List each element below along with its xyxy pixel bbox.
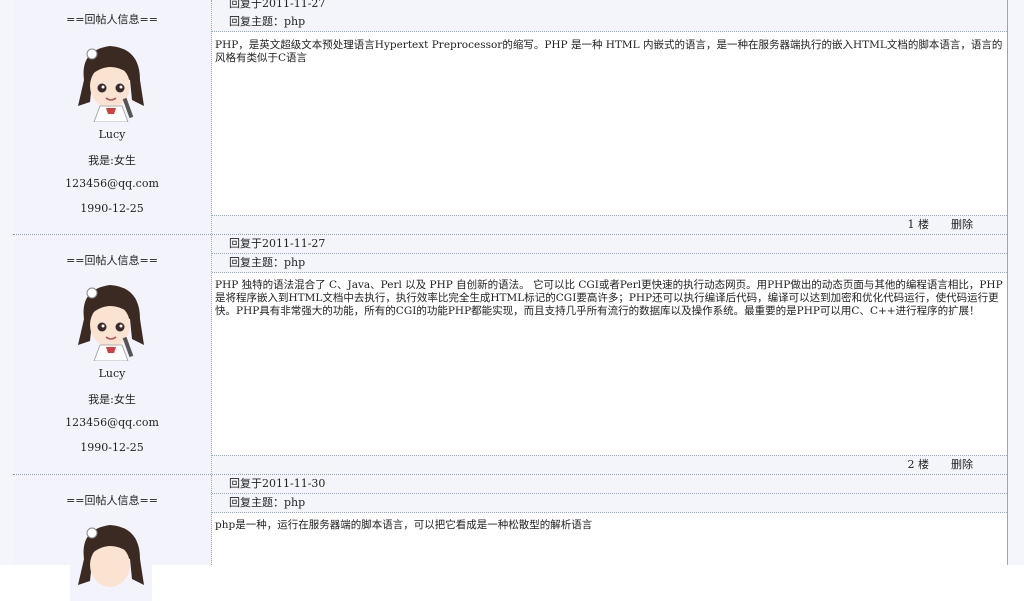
email: 123456@qq.com [65, 416, 159, 429]
username: Lucy [98, 367, 126, 380]
reply-subject-row: 回复主题：php [212, 494, 1007, 513]
username: Lucy [98, 128, 126, 141]
replier-info-title: ==回帖人信息== [66, 494, 158, 507]
reply-date: 回复于2011-11-30 [229, 477, 326, 490]
reply-content: php是一种，运行在服务器端的脚本语言，可以把它看成是一种松散型的解析语言 [215, 519, 593, 531]
right-page-margin [1007, 0, 1024, 565]
floor-number: 1 楼 [907, 218, 930, 231]
left-page-margin [0, 0, 13, 565]
reply-subject: 回复主题：php [229, 256, 306, 269]
reply-content-column: 回复于2011-11-30 回复主题：php php是一种，运行在服务器端的脚本… [212, 475, 1007, 565]
partial-post-header: 回复于2011-11-27 [13, 0, 1007, 14]
gender: 我是:女生 [88, 154, 136, 167]
reply-content-column: 回复主题：php PHP，是英文超级文本预处理语言Hypertext Prepr… [212, 13, 1007, 234]
reply-date-row: 回复于2011-11-30 [212, 475, 1007, 494]
reply-date: 回复于2011-11-27 [229, 237, 326, 250]
reply-content: PHP，是英文超级文本预处理语言Hypertext Preprocessor的缩… [215, 39, 1003, 64]
reply-date-row: 回复于2011-11-27 [212, 0, 1007, 14]
partial-info-column [13, 0, 212, 14]
reply-subject-row: 回复主题：php [212, 13, 1007, 32]
reply-content-column: 回复于2011-11-27 回复主题：php PHP 独特的语法混合了 C、Ja… [212, 235, 1007, 474]
replier-info-column: ==回帖人信息== Lucy 我是:女生 123456@qq.com 1990-… [13, 235, 212, 474]
reply-subject-row: 回复主题：php [212, 254, 1007, 273]
birthday: 1990-12-25 [80, 441, 144, 454]
delete-link[interactable]: 删除 [951, 216, 973, 234]
birthday: 1990-12-25 [80, 202, 144, 215]
reply-date: 回复于2011-11-27 [229, 0, 326, 10]
gender: 我是:女生 [88, 393, 136, 406]
replier-info-title: ==回帖人信息== [66, 254, 158, 267]
reply-post-1: ==回帖人信息== Lucy 我是:女生 123456@qq.com 1990-… [13, 13, 1007, 234]
floor-number: 2 楼 [907, 458, 930, 471]
reply-post-2: ==回帖人信息== Lucy 我是:女生 123456@qq.com 1990-… [13, 235, 1007, 474]
replier-info-title: ==回帖人信息== [66, 13, 158, 26]
reply-footer-bar: 1 楼 删除 [212, 215, 1007, 234]
email: 123456@qq.com [65, 177, 159, 190]
user-avatar-image [70, 279, 152, 361]
delete-link[interactable]: 删除 [951, 456, 973, 474]
replier-info-column: ==回帖人信息== Lucy 我是:女生 123456@qq.com 1990-… [13, 13, 212, 234]
replier-info-column: ==回帖人信息== [13, 475, 212, 601]
reply-content: PHP 独特的语法混合了 C、Java、Perl 以及 PHP 自创新的语法。 … [215, 279, 1003, 317]
reply-date-row: 回复于2011-11-27 [212, 235, 1007, 254]
reply-subject: 回复主题：php [229, 496, 306, 509]
user-avatar-image [70, 40, 152, 122]
user-avatar-image [70, 519, 152, 601]
partial-reply-column: 回复于2011-11-27 [212, 0, 1007, 14]
reply-footer-bar: 2 楼 删除 [212, 455, 1007, 474]
reply-subject: 回复主题：php [229, 15, 306, 28]
reply-post-3: ==回帖人信息== 回复于2011-11-30 回复主题：php php是一种，… [13, 475, 1007, 601]
